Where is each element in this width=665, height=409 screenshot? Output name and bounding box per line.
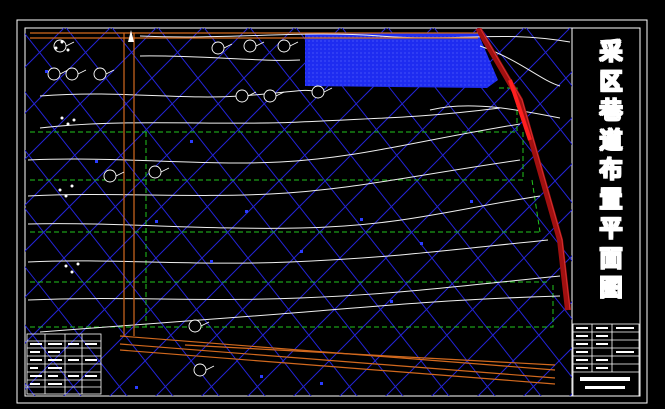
- grid-line: [0, 20, 26, 400]
- borehole-marker-icon[interactable]: [243, 39, 257, 53]
- north-arrow-icon: [128, 30, 134, 42]
- borehole-marker-icon[interactable]: [311, 85, 325, 99]
- borehole-marker-icon[interactable]: [263, 89, 277, 103]
- grid-line: [658, 20, 665, 400]
- marker-leader: [77, 69, 87, 75]
- marker-leader: [65, 41, 75, 47]
- borehole-marker-icon[interactable]: [47, 67, 61, 81]
- borehole-marker-icon[interactable]: [235, 89, 249, 103]
- marker-leader: [289, 41, 299, 47]
- legend-table-icon[interactable]: [26, 333, 102, 395]
- title-char: 面: [599, 245, 623, 272]
- borehole-marker-icon[interactable]: [65, 67, 79, 81]
- title-char: 置: [599, 186, 623, 213]
- title-block-icon[interactable]: [572, 323, 640, 397]
- borehole-marker-icon[interactable]: [193, 363, 207, 377]
- title-char: 布: [599, 157, 623, 183]
- title-char: 图: [599, 275, 623, 301]
- title-char: 区: [599, 68, 623, 95]
- borehole-marker-icon[interactable]: [148, 165, 162, 179]
- marker-leader: [160, 167, 170, 173]
- borehole-marker-icon[interactable]: [53, 39, 67, 53]
- grid-line: [658, 20, 665, 400]
- borehole-marker-icon[interactable]: [103, 169, 117, 183]
- title-char: 巷: [599, 98, 623, 124]
- borehole-marker-icon[interactable]: [277, 39, 291, 53]
- borehole-marker-icon[interactable]: [211, 41, 225, 55]
- borehole-markers[interactable]: [47, 39, 333, 377]
- drawing-title: 采 区 巷 道 布 置 平 面 图: [582, 39, 640, 301]
- title-char: 采: [599, 39, 623, 65]
- goaf-area[interactable]: [305, 33, 498, 88]
- title-char: 道: [599, 127, 623, 154]
- borehole-marker-icon[interactable]: [93, 67, 107, 81]
- marker-leader: [205, 365, 215, 371]
- marker-leader: [115, 171, 125, 177]
- title-char: 平: [599, 216, 623, 242]
- cad-drawing-canvas[interactable]: [0, 0, 665, 409]
- borehole-marker-icon[interactable]: [188, 319, 202, 333]
